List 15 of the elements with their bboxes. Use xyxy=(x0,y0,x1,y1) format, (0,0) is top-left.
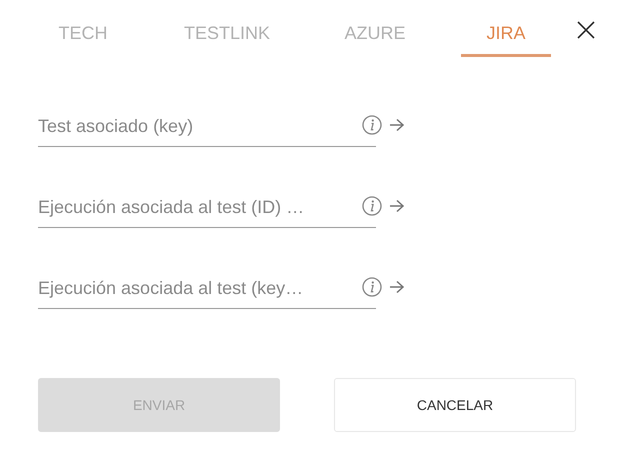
tab[interactable]: TECH xyxy=(38,0,128,57)
input-field[interactable]: Test asociado (key) xyxy=(38,110,376,147)
tab[interactable]: TESTLINK xyxy=(182,0,272,57)
info-icon[interactable] xyxy=(361,276,383,298)
tab[interactable]: JIRA xyxy=(461,0,551,57)
arrow-icon[interactable] xyxy=(389,280,405,294)
info-icon[interactable] xyxy=(361,194,383,216)
input-field[interactable]: Ejecución asociada al test (key… xyxy=(38,272,376,309)
close-icon[interactable] xyxy=(576,20,596,40)
arrow-icon[interactable] xyxy=(389,198,405,212)
cancel-button[interactable]: CANCELAR xyxy=(334,378,576,432)
input-field[interactable]: Ejecución asociada al test (ID) … xyxy=(38,191,376,228)
info-icon[interactable] xyxy=(361,114,383,136)
arrow-icon[interactable] xyxy=(389,118,405,132)
tab[interactable]: AZURE xyxy=(330,0,420,57)
